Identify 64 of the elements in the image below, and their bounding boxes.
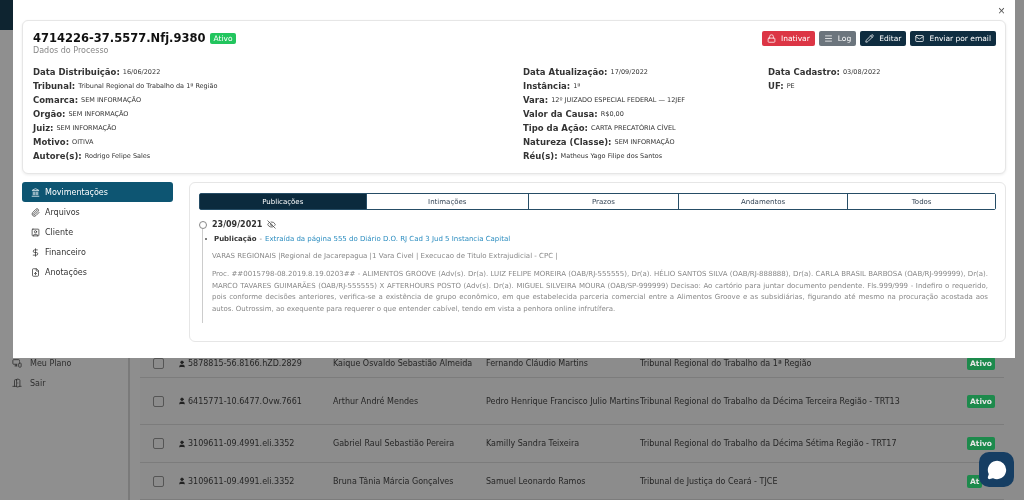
field-label: Motivo: [33, 137, 70, 147]
field-label: Réu(s): [523, 151, 558, 161]
sidebar-item[interactable]: Meu Plano [30, 358, 72, 368]
field-label: Natureza (Classe): [523, 137, 612, 147]
door-icon [12, 378, 22, 388]
field-label: Valor da Causa: [523, 109, 598, 119]
defendant-name: Samuel Leonardo Ramos [486, 476, 586, 486]
nav-item[interactable]: Movimentações [22, 182, 173, 202]
field-label: Vara: [523, 95, 549, 105]
field-label: Data Cadastro: [768, 67, 840, 77]
card-subtitle: Dados do Processo [33, 46, 110, 55]
process-number: 3109611-09.4991.eli.3352 [188, 439, 295, 448]
chat-icon [986, 459, 1007, 480]
paperclip-icon [31, 207, 40, 217]
sidebar-item[interactable]: Sair [30, 378, 46, 388]
court-name: Tribunal Regional do Trabalho da Décima Sétima Região - TRT17 [640, 439, 897, 448]
author-name: Kaique Osvaldo Sebastião Almeida [333, 359, 473, 368]
author-name: Bruna Tânia Márcia Gonçalves [333, 476, 454, 486]
court-name: Tribunal Regional do Trabalho da 1ª Região [640, 359, 812, 368]
court-name: Tribunal de Justiça do Ceará - TJCE [640, 476, 778, 486]
defendant-name: Fernando Cláudio Martins [486, 359, 588, 368]
row-checkbox[interactable] [153, 475, 164, 487]
bank-icon [31, 187, 40, 197]
process-number: 5878815-56.8166.hZD.2829 [188, 359, 302, 368]
field-label: Autore(s): [33, 151, 82, 161]
field-label: Juiz: [33, 123, 54, 133]
menu-icon [823, 34, 833, 43]
close-button[interactable]: × [996, 4, 1007, 18]
user-icon [178, 439, 186, 448]
chat-button[interactable] [979, 452, 1014, 487]
lock-icon [767, 34, 777, 43]
user-icon [31, 227, 40, 237]
dollar-icon [31, 247, 40, 257]
pencil-icon [865, 34, 875, 43]
process-number: 3109611-09.4991.eli.3352 [188, 476, 295, 486]
field-label: Tipo da Ação: [523, 123, 588, 133]
field-label: Data Distribuição: [33, 67, 120, 77]
field-label: Orgão: [33, 109, 66, 119]
nav-item[interactable]: Financeiro [22, 242, 173, 262]
user-icon [178, 477, 186, 485]
timeline-date: 23/09/2021 [212, 220, 263, 229]
field-label: UF: [768, 81, 784, 91]
process-number: 6415771-10.6477.Ovw.7661 [188, 396, 302, 406]
monitor-icon [12, 358, 22, 368]
defendant-name: Pedro Henrique Francisco Julio Martins [486, 396, 640, 406]
row-checkbox[interactable] [153, 395, 164, 407]
nav-item[interactable]: Arquivos [22, 202, 173, 222]
user-icon [178, 359, 186, 368]
defendant-name: Kamilly Sandra Teixeira [486, 439, 580, 448]
file-icon [31, 267, 40, 277]
field-label: Tribunal: [33, 81, 76, 91]
court-name: Tribunal Regional do Trabalho da Décima Terceira Região - TRT13 [640, 396, 900, 406]
field-label: Comarca: [33, 95, 79, 105]
nav-item[interactable]: Anotações [22, 262, 173, 282]
process-number: 4714226-37.5577.Nfj.9380 [33, 31, 206, 45]
author-name: Gabriel Raul Sebastião Pereira [333, 439, 455, 448]
row-checkbox[interactable] [153, 438, 164, 449]
nav-item[interactable]: Cliente [22, 222, 173, 242]
user-icon [178, 397, 186, 405]
field-label: Instância: [523, 81, 571, 91]
field-label: Data Atualização: [523, 67, 608, 77]
mail-icon [915, 34, 925, 43]
eye-off-icon[interactable] [267, 220, 277, 229]
author-name: Arthur André Mendes [333, 396, 419, 406]
